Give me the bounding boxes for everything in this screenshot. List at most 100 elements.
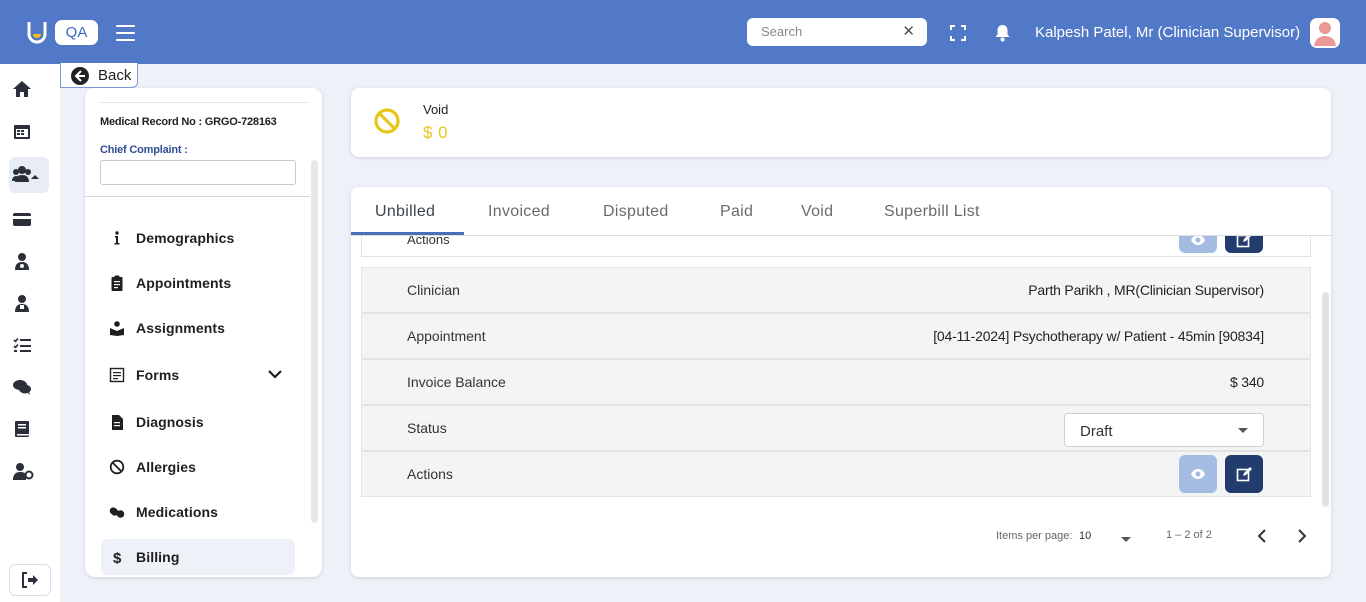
menu-label: Demographics <box>136 230 235 246</box>
menu-label: Diagnosis <box>136 414 204 430</box>
items-per-page-label: Items per page: <box>996 530 1073 542</box>
paginator: Items per page: 10 1 – 2 of 2 <box>351 522 1331 552</box>
card-icon[interactable] <box>12 210 34 230</box>
table-row-clinician: Clinician Parth Parikh , MR(Clinician Su… <box>361 267 1311 313</box>
row-label: Clinician <box>407 282 460 298</box>
content-scrollbar[interactable] <box>1322 292 1329 507</box>
billing-tabs: Unbilled Invoiced Disputed Paid Void Sup… <box>351 187 1331 236</box>
back-label: Back <box>98 67 132 84</box>
row-label: Appointment <box>407 328 486 344</box>
chief-complaint-input[interactable] <box>100 160 296 185</box>
edit-icon <box>1236 467 1252 482</box>
edit-button[interactable] <box>1225 455 1263 493</box>
search-field[interactable]: ✕ <box>747 18 927 46</box>
forms-icon <box>109 367 125 383</box>
menu-label: Forms <box>136 367 180 383</box>
logout-icon <box>22 572 38 588</box>
assignment-icon <box>110 321 124 336</box>
void-title: Void <box>423 102 449 117</box>
doctor-icon[interactable] <box>12 252 34 272</box>
menu-toggle-icon[interactable] <box>116 25 135 41</box>
calendar-icon[interactable] <box>12 122 34 142</box>
user-name[interactable]: Kalpesh Patel, Mr (Clinician Supervisor) <box>1035 24 1300 41</box>
void-summary-card: Void $ 0 <box>351 88 1331 157</box>
patient-menu-medications[interactable]: Medications <box>101 494 295 530</box>
patient-menu-forms[interactable]: Forms <box>101 357 295 393</box>
appointment-value: [04-11-2024] Psychotherapy w/ Patient - … <box>933 328 1264 344</box>
table-row: Actions <box>361 221 1311 257</box>
table-row-actions: Actions <box>361 451 1311 497</box>
ban-icon <box>109 459 125 475</box>
staff-icon[interactable] <box>12 294 34 314</box>
patient-menu-allergies[interactable]: Allergies <box>101 449 295 485</box>
row-label: Status <box>407 420 447 436</box>
clinician-value: Parth Parikh , MR(Clinician Supervisor) <box>1028 282 1264 298</box>
chevron-down-icon[interactable] <box>267 369 283 379</box>
divider <box>99 102 309 103</box>
void-amount: $ 0 <box>423 123 449 142</box>
user-avatar[interactable] <box>1310 18 1340 48</box>
billing-card: Unbilled Invoiced Disputed Paid Void Sup… <box>351 187 1331 577</box>
document-icon <box>112 415 123 430</box>
menu-label: Billing <box>136 549 180 565</box>
page-range-label: 1 – 2 of 2 <box>1166 529 1212 541</box>
top-header: QA ✕ Kalpesh Patel, Mr (Clinician Superv… <box>0 0 1366 64</box>
row-label: Actions <box>407 466 453 482</box>
search-input[interactable] <box>761 24 901 39</box>
clipboard-icon <box>111 275 123 291</box>
tab-void[interactable]: Void <box>801 203 833 221</box>
divider <box>85 196 310 197</box>
ban-icon <box>374 108 400 134</box>
medical-record-number: Medical Record No : GRGO-728163 <box>100 116 277 128</box>
status-selected-value: Draft <box>1080 423 1113 440</box>
notification-bell-icon[interactable] <box>994 24 1011 42</box>
arrow-left-icon <box>71 67 89 85</box>
book-icon[interactable] <box>12 420 34 440</box>
patient-menu-appointments[interactable]: Appointments <box>101 265 295 301</box>
pills-icon <box>109 507 125 518</box>
menu-label: Medications <box>136 504 219 520</box>
main-sidebar <box>0 64 60 602</box>
app-logo <box>27 22 47 44</box>
svg-text:$: $ <box>113 550 122 565</box>
task-list-icon[interactable] <box>12 336 34 356</box>
invoice-balance-value: $ 340 <box>1229 374 1264 390</box>
chat-icon[interactable] <box>12 378 34 398</box>
menu-label: Assignments <box>136 320 226 336</box>
tab-unbilled[interactable]: Unbilled <box>375 203 435 221</box>
fullscreen-icon[interactable] <box>950 25 966 41</box>
menu-label: Appointments <box>136 275 232 291</box>
environment-badge: QA <box>55 20 98 45</box>
user-settings-icon[interactable] <box>12 462 34 482</box>
panel-scrollbar[interactable] <box>311 160 318 523</box>
items-per-page-select[interactable]: 10 <box>1079 530 1091 542</box>
view-button[interactable] <box>1179 455 1217 493</box>
tab-disputed[interactable]: Disputed <box>603 203 669 221</box>
active-tab-indicator <box>351 232 464 235</box>
tab-paid[interactable]: Paid <box>720 203 753 221</box>
table-row-appointment: Appointment [04-11-2024] Psychotherapy w… <box>361 313 1311 359</box>
tab-superbill-list[interactable]: Superbill List <box>884 203 980 221</box>
table-row-status: Status Draft <box>361 405 1311 451</box>
dollar-icon: $ <box>113 550 122 565</box>
logout-button[interactable] <box>9 564 51 596</box>
next-page-icon[interactable] <box>1295 528 1309 544</box>
patient-menu-diagnosis[interactable]: Diagnosis <box>101 404 295 440</box>
patient-menu-demographics[interactable]: Demographics <box>101 220 295 256</box>
home-icon[interactable] <box>12 80 34 100</box>
chief-complaint-label: Chief Complaint : <box>100 144 188 156</box>
row-label: Invoice Balance <box>407 374 506 390</box>
info-icon <box>114 231 120 245</box>
clear-search-icon[interactable]: ✕ <box>902 22 915 40</box>
tab-invoiced[interactable]: Invoiced <box>488 203 550 221</box>
users-icon[interactable] <box>12 165 39 185</box>
eye-icon <box>1191 469 1205 479</box>
status-select[interactable]: Draft <box>1064 413 1264 447</box>
patient-menu-billing[interactable]: $ Billing <box>101 539 295 575</box>
menu-label: Allergies <box>136 459 197 475</box>
back-button[interactable]: Back <box>60 63 138 88</box>
dropdown-arrow-icon[interactable] <box>1121 537 1131 542</box>
previous-page-icon[interactable] <box>1255 528 1269 544</box>
table-row-invoice-balance: Invoice Balance $ 340 <box>361 359 1311 405</box>
patient-menu-assignments[interactable]: Assignments <box>101 310 295 346</box>
